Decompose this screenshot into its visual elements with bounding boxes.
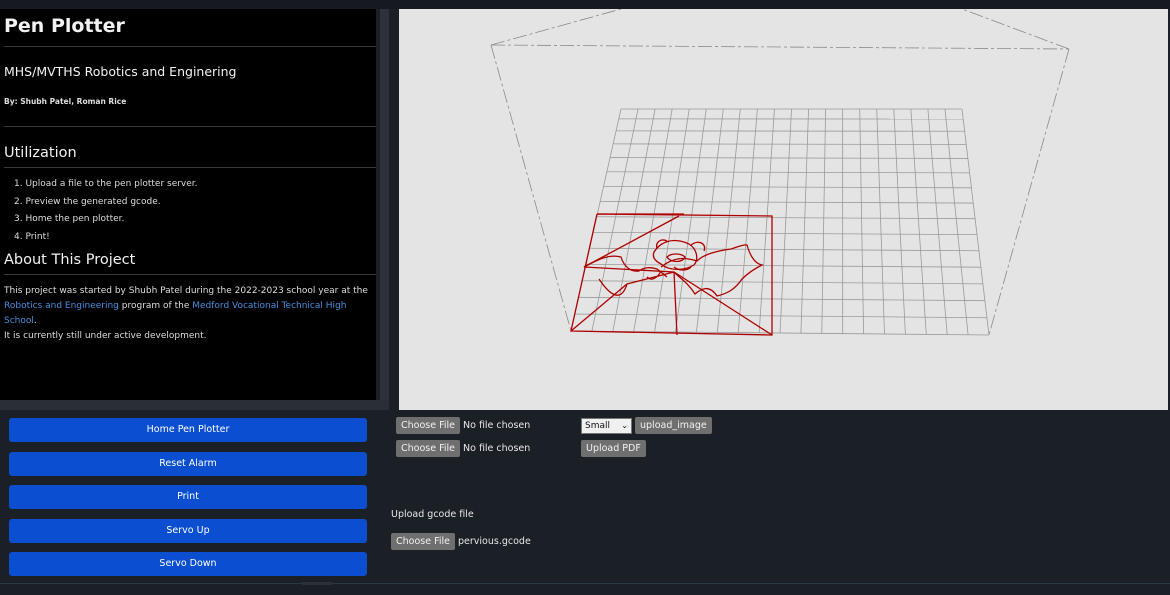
robotics-engineering-link[interactable]: Robotics and Engineering [4,301,119,311]
pdf-file-row: Choose File No file chosen [396,440,530,457]
pdf-upload-row: Upload PDF [581,440,646,457]
about-heading: About This Project [4,252,376,275]
grid-line [893,108,906,335]
size-select-value: Small [585,420,610,431]
page-scroll-thumb[interactable] [302,582,332,585]
print-button[interactable]: Print [9,485,367,509]
about-text: This project was started by Shubh Patel … [4,286,368,296]
utilization-heading: Utilization [4,145,376,168]
grid-line [927,108,948,335]
upload-image-button[interactable]: upload_image [635,417,712,434]
servo-up-button[interactable]: Servo Up [9,518,367,543]
reset-alarm-button[interactable]: Reset Alarm [9,451,367,476]
list-item: 4. Print! [14,231,50,242]
grid-line [876,108,885,335]
sidebar-scrollbar[interactable] [380,9,389,400]
chevron-down-icon: ⌄ [621,420,628,430]
image-upload-row: Small ⌄ upload_image [581,417,712,434]
list-item: 3. Home the pen plotter. [14,214,125,224]
list-item: 1. Upload a file to the pen plotter serv… [14,179,198,189]
list-item: 2. Preview the generated gcode. [14,196,161,207]
upload-pdf-button[interactable]: Upload PDF [581,440,646,457]
gcode-file-name: pervious.gcode [458,536,531,547]
size-select[interactable]: Small ⌄ [581,417,632,434]
author-byline: By: Shubh Patel, Roman Rice [4,97,376,127]
about-text: program of the [118,301,193,311]
home-pen-plotter-button[interactable]: Home Pen Plotter [9,418,367,442]
about-text: . [33,316,37,326]
plotter-controls: Home Pen Plotter Reset Alarm Print Servo… [9,418,367,586]
steps-list: 1. Upload a file to the pen plotter serv… [14,176,372,246]
pdf-choose-file-button[interactable]: Choose File [396,440,460,457]
divider [0,583,1170,584]
plot-grid [570,108,990,336]
info-sidebar: Pen Plotter MHS/MVTHS Robotics and Engin… [0,9,376,400]
about-paragraph: This project was started by Shubh Patel … [4,284,376,344]
grid-line [910,108,927,335]
grid-line [961,108,990,336]
pdf-file-status: No file chosen [463,443,531,454]
servo-down-button[interactable]: Servo Down [9,552,367,576]
page-title: Pen Plotter [4,15,376,47]
image-file-status: No file chosen [463,420,531,431]
about-text: It is currently still under active devel… [4,331,207,341]
image-choose-file-button[interactable]: Choose File [396,417,460,434]
gcode-file-row: Choose File pervious.gcode [391,533,531,550]
page-subtitle: MHS/MVTHS Robotics and Enginering [4,64,237,79]
image-file-row: Choose File No file chosen [396,417,530,434]
preview-canvas[interactable] [399,9,1168,410]
grid-line [944,108,969,335]
grid-line [859,108,864,334]
gcode-upload-label: Upload gcode file [391,509,474,520]
sidebar-horizontal-scrollbar[interactable] [0,400,389,410]
top-bar [0,0,1170,9]
gcode-3d-preview[interactable] [399,9,1168,410]
gcode-choose-file-button[interactable]: Choose File [391,533,455,550]
